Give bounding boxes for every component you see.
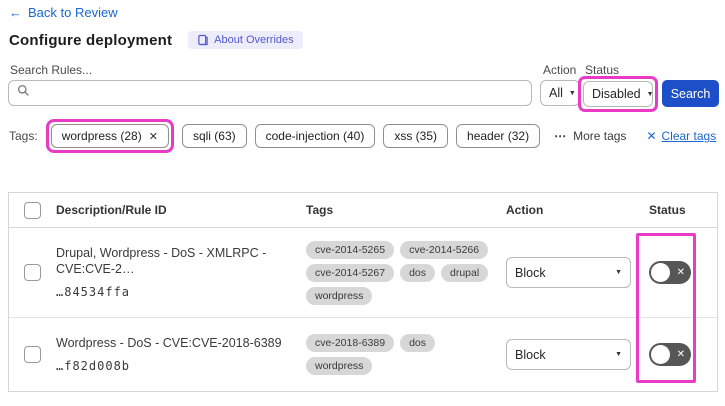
page-title: Configure deployment (9, 31, 173, 49)
more-tags-button[interactable]: ⋯ More tags (554, 129, 626, 143)
action-filter-select[interactable]: All ▼ (540, 80, 580, 106)
toggle-knob (651, 263, 670, 282)
selected-tag-highlight: wordpress (28) ✕ (45, 119, 174, 153)
col-header-description: Description/Rule ID (56, 203, 167, 217)
rule-action-select[interactable]: Block ▼ (506, 339, 631, 370)
ellipsis-icon: ⋯ (554, 129, 568, 143)
title-row: Configure deployment About Overrides (9, 31, 303, 49)
action-label: Action (543, 63, 577, 77)
search-rules-label: Search Rules... (10, 63, 93, 77)
tag-pill-label: header (32) (467, 129, 530, 143)
rule-tag: cve-2014-5267 (306, 263, 395, 282)
caret-down-icon: ▼ (615, 269, 622, 276)
tag-pill-header[interactable]: header (32) (456, 124, 541, 148)
table-header-row: Description/Rule ID Tags Action Status (9, 193, 717, 228)
about-overrides-icon (197, 34, 209, 46)
tag-pill-label: code-injection (40) (265, 129, 365, 143)
back-link-label: Back to Review (28, 5, 118, 20)
caret-down-icon: ▼ (568, 89, 576, 97)
about-overrides-badge[interactable]: About Overrides (188, 31, 303, 49)
search-box (8, 80, 532, 106)
rule-tag: cve-2014-5265 (306, 240, 395, 259)
more-tags-label: More tags (573, 129, 627, 143)
rule-action-value: Block (515, 265, 546, 280)
back-arrow-icon: ← (9, 5, 22, 20)
tag-pill-xss[interactable]: xss (35) (383, 124, 449, 148)
rule-tag: wordpress (306, 357, 373, 375)
clear-tags-link[interactable]: ✕ Clear tags (646, 129, 716, 143)
col-header-action: Action (506, 203, 544, 217)
search-button[interactable]: Search (662, 80, 719, 107)
rule-id: …84534ffa (56, 284, 131, 299)
action-filter-value: All (549, 86, 563, 100)
search-rules-input[interactable] (36, 86, 531, 100)
rule-action-select[interactable]: Block ▼ (506, 257, 631, 288)
caret-down-icon: ▼ (615, 351, 622, 358)
toggle-off-icon: ✕ (676, 266, 685, 278)
clear-tags-x-icon: ✕ (646, 129, 657, 143)
status-filter-select[interactable]: Disabled ▼ (583, 81, 654, 107)
row-checkbox[interactable] (24, 346, 41, 363)
about-overrides-label: About Overrides (214, 34, 294, 46)
row-checkbox[interactable] (24, 264, 41, 281)
rule-description: Drupal, Wordpress - DoS - XMLRPC - CVE:C… (56, 246, 267, 276)
rule-action-value: Block (515, 347, 546, 362)
tag-pill-label: xss (35) (394, 129, 438, 143)
tag-pill-code-injection[interactable]: code-injection (40) (254, 124, 376, 148)
rule-tag: dos (400, 334, 435, 352)
rule-tag: cve-2018-6389 (306, 334, 395, 352)
select-all-checkbox[interactable] (24, 201, 41, 219)
rules-table: Description/Rule ID Tags Action Status D… (8, 192, 718, 392)
tag-pill-wordpress[interactable]: wordpress (28) ✕ (50, 124, 169, 148)
clear-tags-label: Clear tags (661, 129, 717, 143)
caret-down-icon: ▼ (646, 90, 654, 98)
status-filter-value: Disabled (592, 87, 641, 101)
rule-status-toggle[interactable]: ✕ (649, 261, 691, 284)
rule-tag: drupal (441, 263, 489, 282)
filter-area: Search Rules... Action Status All ▼ Disa… (8, 62, 719, 112)
back-to-review-link[interactable]: ← Back to Review (9, 5, 118, 20)
search-icon (17, 84, 30, 102)
toggle-knob (651, 345, 670, 364)
rule-tag: dos (400, 263, 435, 282)
remove-tag-icon[interactable]: ✕ (149, 130, 158, 143)
table-row: Drupal, Wordpress - DoS - XMLRPC - CVE:C… (9, 228, 717, 318)
table-row: Wordpress - DoS - CVE:CVE-2018-6389 …f82… (9, 318, 717, 391)
toggle-off-icon: ✕ (676, 348, 685, 360)
col-header-tags: Tags (306, 203, 334, 217)
col-header-status: Status (649, 203, 686, 217)
tag-pill-label: wordpress (28) (61, 129, 142, 143)
rule-description: Wordpress - DoS - CVE:CVE-2018-6389 (56, 336, 282, 351)
tag-pill-sqli[interactable]: sqli (63) (181, 124, 247, 148)
rule-tag: wordpress (306, 286, 373, 305)
status-filter-highlight: Disabled ▼ (578, 76, 658, 112)
tags-label: Tags: (9, 129, 38, 143)
status-label: Status (585, 63, 620, 77)
tags-bar: Tags: wordpress (28) ✕ sqli (63) code-in… (9, 119, 719, 153)
rule-tag: cve-2014-5266 (400, 240, 489, 259)
rule-id: …f82d008b (56, 358, 131, 373)
tag-pill-label: sqli (63) (192, 129, 236, 143)
rule-status-toggle[interactable]: ✕ (649, 343, 691, 366)
